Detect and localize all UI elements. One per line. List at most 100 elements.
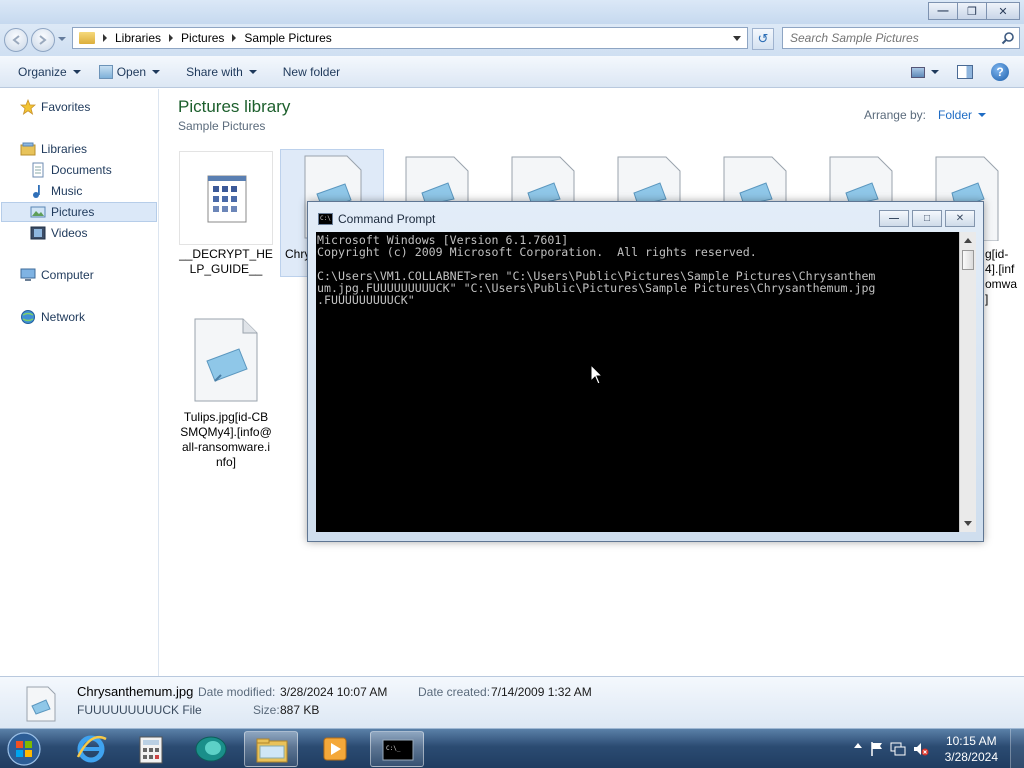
close-button[interactable]: ✕ bbox=[986, 2, 1020, 20]
breadcrumb-pictures[interactable]: Pictures bbox=[181, 31, 224, 45]
cmd-close-button[interactable]: ✕ bbox=[945, 210, 975, 227]
console-scrollbar[interactable] bbox=[959, 232, 976, 532]
nav-music[interactable]: Music bbox=[30, 181, 82, 201]
new-folder-button[interactable]: New folder bbox=[274, 60, 349, 84]
system-clock[interactable]: 10:15 AM 3/28/2024 bbox=[945, 733, 998, 765]
folder-icon bbox=[256, 738, 288, 763]
help-icon[interactable]: ? bbox=[991, 63, 1009, 81]
recent-pages-dropdown[interactable] bbox=[58, 37, 66, 41]
notepad-file-icon[interactable] bbox=[722, 155, 788, 205]
messenger-icon bbox=[195, 736, 227, 762]
star-icon bbox=[20, 99, 36, 115]
cmd-minimize-button[interactable]: — bbox=[879, 210, 909, 227]
search-input[interactable] bbox=[783, 28, 983, 48]
address-dropdown-icon[interactable] bbox=[733, 36, 741, 41]
music-icon bbox=[33, 185, 40, 198]
scroll-down-icon[interactable] bbox=[964, 521, 972, 526]
start-button[interactable] bbox=[4, 731, 44, 767]
restore-icon: ❐ bbox=[967, 5, 977, 18]
minimize-icon: — bbox=[937, 5, 949, 17]
nav-computer-label: Computer bbox=[41, 268, 94, 282]
address-bar[interactable]: Libraries Pictures Sample Pictures bbox=[72, 27, 748, 49]
breadcrumb-sample-pictures[interactable]: Sample Pictures bbox=[244, 31, 331, 45]
forward-button[interactable] bbox=[31, 28, 55, 52]
organize-menu[interactable]: Organize bbox=[9, 60, 90, 84]
share-with-menu[interactable]: Share with bbox=[177, 60, 266, 84]
scroll-thumb[interactable] bbox=[962, 250, 974, 270]
breadcrumb-chevron-icon[interactable] bbox=[232, 34, 237, 42]
details-file-name: Chrysanthemum.jpg bbox=[77, 684, 194, 699]
open-icon bbox=[98, 64, 113, 79]
nav-libraries[interactable]: Libraries bbox=[20, 139, 87, 159]
date-modified-value: 3/28/2024 10:07 AM bbox=[280, 685, 388, 699]
change-view-icon[interactable] bbox=[911, 66, 925, 78]
search-icon[interactable] bbox=[1001, 31, 1015, 45]
file-name-line: 4].[inf bbox=[985, 262, 1015, 276]
file-name-line: ] bbox=[985, 292, 989, 306]
taskbar-windows-explorer[interactable] bbox=[244, 731, 298, 767]
refresh-button[interactable]: ↺ bbox=[752, 28, 774, 50]
nav-videos[interactable]: Videos bbox=[30, 223, 87, 243]
breadcrumb-chevron-icon[interactable] bbox=[103, 34, 107, 42]
back-button[interactable] bbox=[4, 28, 28, 52]
breadcrumb-chevron-icon[interactable] bbox=[169, 34, 174, 42]
nav-favorites[interactable]: Favorites bbox=[20, 97, 90, 117]
documents-icon bbox=[32, 162, 44, 178]
system-tray: 10:15 AM 3/28/2024 bbox=[834, 729, 1024, 768]
view-dropdown-icon[interactable] bbox=[931, 70, 939, 74]
taskbar-internet-explorer[interactable] bbox=[64, 731, 118, 767]
close-icon: ✕ bbox=[955, 213, 965, 224]
maximize-icon: □ bbox=[923, 213, 931, 224]
nav-network[interactable]: Network bbox=[20, 307, 85, 327]
file-item-decrypt-guide[interactable]: __DECRYPT_HELP_GUIDE__ bbox=[178, 151, 274, 279]
cmd-maximize-button[interactable]: □ bbox=[912, 210, 942, 227]
console-output[interactable]: Microsoft Windows [Version 6.1.7601] Copy… bbox=[316, 232, 959, 532]
mouse-cursor-icon bbox=[590, 364, 604, 385]
show-hidden-icons-icon[interactable] bbox=[854, 743, 862, 748]
scroll-up-icon[interactable] bbox=[964, 238, 972, 243]
notepad-file-icon[interactable] bbox=[616, 155, 682, 205]
volume-muted-icon[interactable] bbox=[912, 741, 930, 757]
new-folder-label: New folder bbox=[282, 64, 341, 79]
file-item-tulips[interactable]: Tulips.jpg[id-CBSMQMy4].[info@all-ransom… bbox=[178, 317, 274, 470]
explorer-titlebar[interactable]: — ❐ ✕ bbox=[0, 0, 1024, 24]
network-status-icon[interactable] bbox=[890, 741, 906, 757]
notepad-file-icon[interactable] bbox=[510, 155, 576, 205]
size-label: Size: bbox=[253, 703, 280, 717]
minimize-button[interactable]: — bbox=[928, 2, 958, 20]
navigation-bar: Libraries Pictures Sample Pictures ↺ bbox=[0, 24, 1024, 56]
open-label: Open bbox=[116, 64, 147, 79]
arrange-label: Arrange by: bbox=[863, 108, 926, 122]
file-name-line: g[id- bbox=[985, 247, 1009, 261]
command-prompt-icon: C:\_ bbox=[382, 739, 414, 761]
taskbar-calculator[interactable] bbox=[124, 731, 178, 767]
network-icon bbox=[21, 310, 35, 324]
taskbar-messenger[interactable] bbox=[184, 731, 238, 767]
arrange-value-dropdown[interactable]: Folder bbox=[938, 108, 972, 122]
command-prompt-window[interactable]: C:\ Command Prompt — □ ✕ Microsoft Windo… bbox=[307, 201, 984, 542]
media-player-icon bbox=[323, 737, 347, 761]
library-title: Pictures library bbox=[178, 97, 291, 116]
toolbar-right: ? bbox=[911, 56, 1024, 88]
nav-pictures[interactable]: Pictures bbox=[1, 202, 157, 222]
cmd-icon: C:\ bbox=[318, 213, 333, 225]
back-arrow-icon bbox=[12, 35, 20, 45]
chevron-down-icon[interactable] bbox=[978, 113, 986, 117]
taskbar-command-prompt[interactable]: C:\_ bbox=[370, 731, 424, 767]
notepad-file-icon[interactable] bbox=[404, 155, 470, 205]
date-created-label: Date created: bbox=[418, 685, 491, 699]
preview-pane-icon[interactable] bbox=[957, 65, 973, 79]
action-center-flag-icon[interactable] bbox=[870, 741, 884, 757]
open-button[interactable]: Open bbox=[90, 60, 169, 84]
nav-computer[interactable]: Computer bbox=[20, 265, 94, 285]
restore-button[interactable]: ❐ bbox=[957, 2, 987, 20]
breadcrumb-libraries[interactable]: Libraries bbox=[115, 31, 161, 45]
search-box[interactable] bbox=[782, 27, 1020, 49]
size-value: 887 KB bbox=[280, 703, 320, 717]
show-desktop-button[interactable] bbox=[1010, 729, 1024, 768]
nav-documents-label: Documents bbox=[51, 163, 112, 177]
notepad-file-icon[interactable] bbox=[828, 155, 894, 205]
nav-documents[interactable]: Documents bbox=[30, 160, 112, 180]
taskbar-media-player[interactable] bbox=[308, 731, 362, 767]
pictures-icon bbox=[30, 206, 46, 218]
